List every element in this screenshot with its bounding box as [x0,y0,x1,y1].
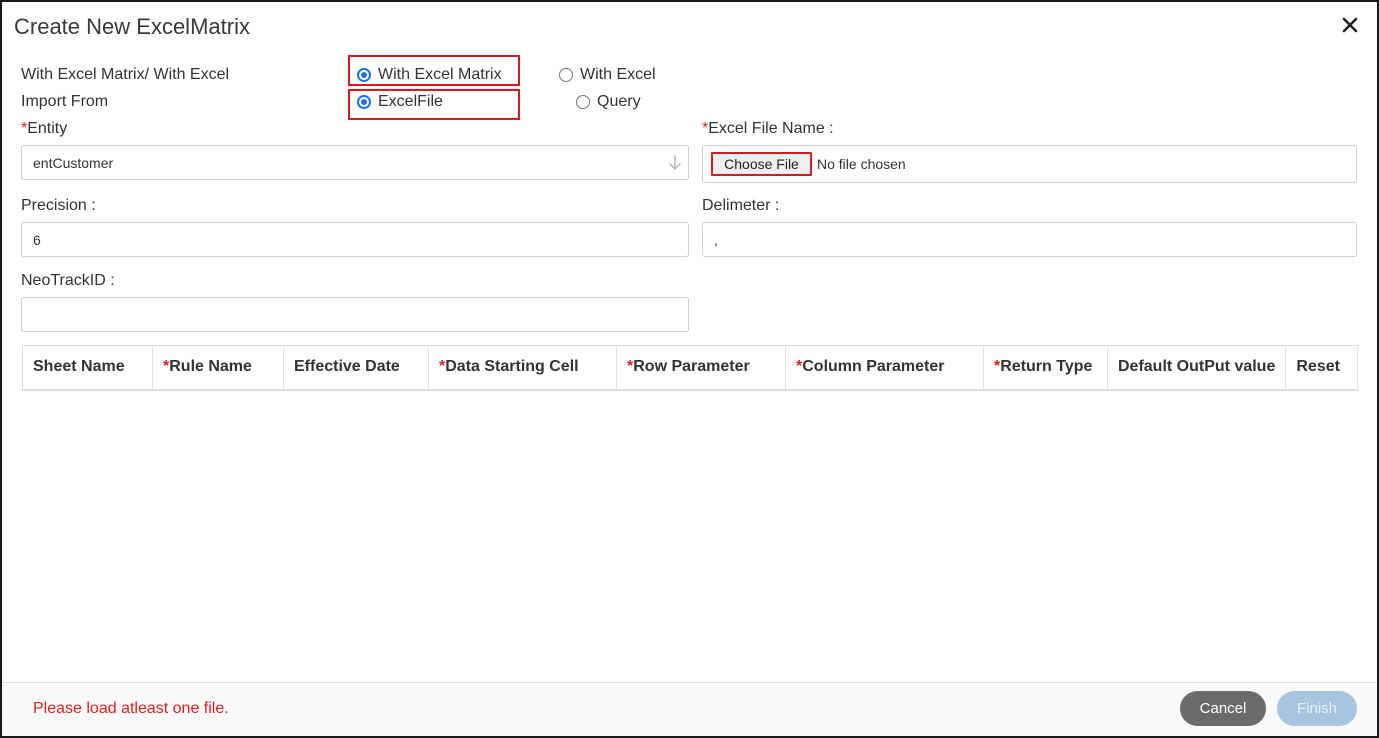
column-header: *Return Type [983,345,1108,391]
column-header: *Row Parameter [616,345,786,391]
entity-label: *Entity [21,120,67,138]
dialog-footer: Please load atleast one file. Cancel Fin… [2,682,1377,736]
radio-query[interactable]: Query [576,93,641,111]
delimeter-label: Delimeter : [702,197,780,214]
error-message: Please load atleast one file. [33,700,229,717]
entity-select-value: entCustomer [33,154,114,171]
neotrack-input[interactable] [21,297,689,332]
entity-label-text: Entity [27,120,68,137]
radio-unchecked-icon [559,68,573,82]
radio-with-excel-matrix-label: With Excel Matrix [378,66,502,83]
column-header: Effective Date [283,345,429,391]
column-header: Sheet Name [22,345,153,391]
radio-unchecked-icon [576,95,590,109]
mode-label: With Excel Matrix/ With Excel [21,66,230,83]
precision-label: Precision : [21,197,96,214]
radio-excelfile-label: ExcelFile [378,93,443,110]
neotrack-label: NeoTrackID : [21,272,115,289]
excel-file-label: *Excel File Name : [702,120,834,138]
column-header: *Column Parameter [785,345,984,391]
cancel-button[interactable]: Cancel [1180,691,1266,726]
dialog-title: Create New ExcelMatrix [14,14,250,39]
close-icon[interactable] [1339,14,1361,36]
radio-with-excel[interactable]: With Excel [559,66,656,84]
column-header: *Data Starting Cell [428,345,617,391]
radio-excelfile[interactable]: ExcelFile [357,93,443,111]
column-header: *Rule Name [152,345,284,391]
column-header: Default OutPut value [1107,345,1287,391]
radio-query-label: Query [597,93,641,110]
table-header-row: Sheet Name *Rule Name Effective Date *Da… [22,345,1358,391]
matrix-table: Sheet Name *Rule Name Effective Date *Da… [22,345,1358,391]
excel-file-label-text: Excel File Name : [708,120,834,137]
radio-checked-icon [357,95,371,109]
radio-checked-icon [357,68,371,82]
delimeter-input[interactable]: , [702,222,1357,257]
radio-with-excel-label: With Excel [580,66,656,83]
precision-input[interactable]: 6 [21,222,689,257]
arrow-down-icon [668,154,682,172]
radio-with-excel-matrix[interactable]: With Excel Matrix [357,66,502,84]
create-excelmatrix-dialog: Create New ExcelMatrix With Excel Matrix… [0,0,1379,738]
finish-button[interactable]: Finish [1277,691,1357,726]
file-status: No file chosen [817,156,906,172]
column-header: Reset [1285,345,1358,391]
import-from-label: Import From [21,93,109,110]
choose-file-button[interactable]: Choose File [711,152,812,176]
entity-select[interactable]: entCustomer [21,145,689,180]
delimeter-value: , [714,231,718,248]
precision-value: 6 [33,231,41,248]
